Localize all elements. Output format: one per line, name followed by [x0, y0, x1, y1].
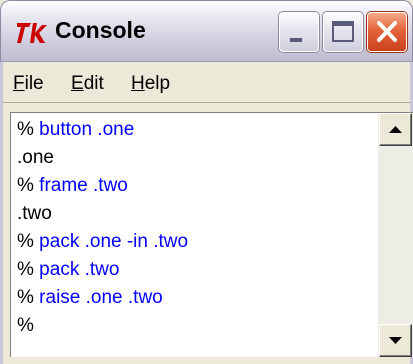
console-line: %	[17, 315, 34, 337]
title-bar[interactable]: Console	[0, 0, 413, 62]
console-line: % button .one	[17, 119, 134, 141]
console-line: % pack .two	[17, 259, 119, 281]
close-icon	[377, 21, 397, 42]
console-line: % raise .one .two	[17, 287, 163, 309]
minimize-button[interactable]	[279, 12, 319, 52]
close-button[interactable]	[367, 12, 407, 52]
prompt-symbol: %	[17, 315, 34, 336]
menu-help-label: elp	[144, 73, 171, 94]
scroll-up-button[interactable]	[379, 113, 412, 146]
window-title: Console	[55, 17, 146, 43]
menu-help-mnemonic: H	[131, 73, 145, 94]
menu-file-mnemonic: F	[13, 73, 25, 94]
maximize-button[interactable]	[323, 12, 363, 52]
command-text: pack .two	[33, 259, 120, 280]
tk-feather-icon	[17, 23, 47, 43]
prompt-symbol: %	[17, 175, 34, 196]
console-line: .two	[17, 203, 52, 225]
command-text: raise .one .two	[33, 287, 163, 308]
console-line: .one	[17, 147, 54, 169]
minimize-icon	[290, 38, 302, 42]
menu-edit-label: dit	[83, 73, 104, 94]
console-text-area[interactable]: % button .one .one % frame .two .two % p…	[10, 112, 378, 357]
menu-file-label: ile	[24, 73, 44, 94]
output-text: .two	[17, 203, 52, 224]
console-line: % frame .two	[17, 175, 128, 197]
scroll-down-button[interactable]	[379, 324, 412, 357]
command-text: pack .one -in .two	[33, 231, 189, 252]
command-text: button .one	[33, 119, 135, 140]
console-window: Console File Edit Help % button .one .on…	[0, 0, 413, 364]
menu-edit-mnemonic: E	[71, 73, 84, 94]
prompt-symbol: %	[17, 287, 34, 308]
prompt-symbol: %	[17, 231, 34, 252]
vertical-scrollbar[interactable]	[378, 112, 413, 357]
prompt-symbol: %	[17, 259, 34, 280]
console-line: % pack .one -in .two	[17, 231, 188, 253]
arrow-up-icon	[389, 126, 402, 133]
menu-file[interactable]: File	[13, 73, 44, 95]
output-text: .one	[17, 147, 54, 168]
arrow-down-icon	[389, 337, 402, 344]
prompt-symbol: %	[17, 119, 34, 140]
menu-bar: File Edit Help	[3, 64, 410, 103]
command-text: frame .two	[33, 175, 128, 196]
menu-edit[interactable]: Edit	[71, 73, 104, 95]
window-frame-left	[0, 62, 3, 364]
menu-help[interactable]: Help	[131, 73, 170, 95]
maximize-icon	[332, 21, 354, 42]
